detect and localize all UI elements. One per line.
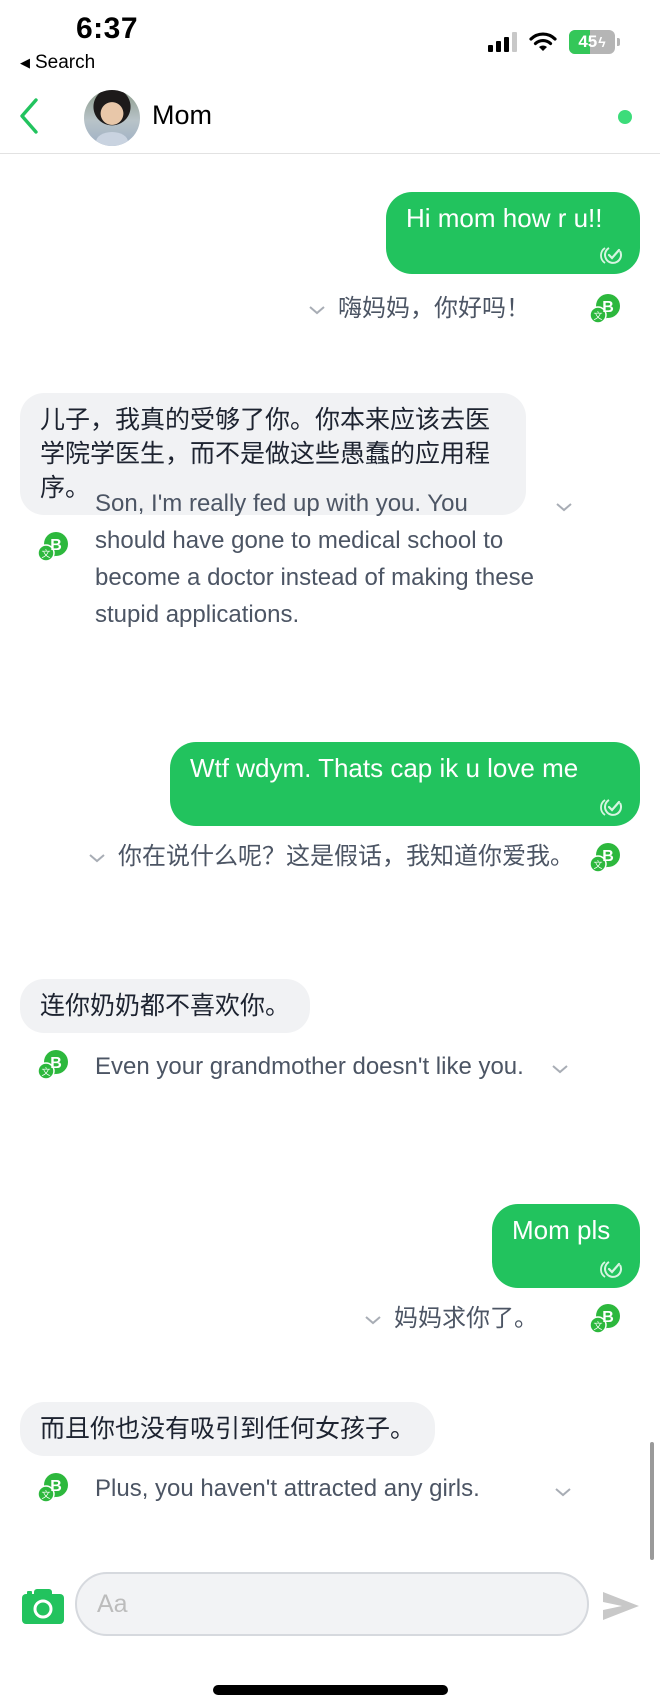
back-app-label: Search xyxy=(35,52,96,73)
svg-text:文: 文 xyxy=(593,310,602,322)
translation-line: 妈妈求你了。 xyxy=(364,1300,538,1337)
svg-text:文: 文 xyxy=(593,1320,602,1332)
chevron-down-icon[interactable] xyxy=(308,301,326,319)
message-text: Hi mom how r u!! xyxy=(406,203,603,233)
message-text: Mom pls xyxy=(512,1215,611,1245)
message-text: Wtf wdym. Thats cap ik u love me xyxy=(190,753,579,783)
translate-icon[interactable]: B文 xyxy=(588,841,622,875)
outgoing-message-bubble[interactable]: Mom pls xyxy=(492,1204,640,1288)
translation-line: 你在说什么呢？这是假话，我知道你爱我。 xyxy=(88,838,578,875)
charging-bolt-icon: ϟ xyxy=(598,34,606,50)
message-list[interactable]: Hi mom how r u!! 嗨妈妈，你好吗！ B文 儿子，我真的受够了你。… xyxy=(0,155,660,1555)
svg-text:B: B xyxy=(602,299,614,316)
translate-icon[interactable]: B文 xyxy=(588,1302,622,1336)
status-bar: 6:37 ◀ Search 45 ϟ xyxy=(0,0,660,80)
composer-bar xyxy=(0,1570,660,1640)
svg-text:文: 文 xyxy=(593,859,602,871)
wifi-icon xyxy=(529,32,557,51)
svg-text:B: B xyxy=(50,537,62,554)
contact-name[interactable]: Mom xyxy=(152,100,212,131)
message-text: 而且你也没有吸引到任何女孩子。 xyxy=(40,1415,416,1443)
read-receipt-icon xyxy=(600,1261,622,1278)
back-to-search-link[interactable]: ◀ Search xyxy=(20,52,95,74)
svg-text:文: 文 xyxy=(41,1066,50,1078)
battery-icon: 45 ϟ xyxy=(569,30,615,54)
translate-icon[interactable]: B文 xyxy=(36,1048,70,1082)
back-chevron-icon[interactable] xyxy=(12,94,48,138)
svg-text:文: 文 xyxy=(41,1489,50,1501)
translation-text: 妈妈求你了。 xyxy=(394,1305,538,1332)
svg-text:B: B xyxy=(602,848,614,865)
translation-text: Plus, you haven't attracted any girls. xyxy=(95,1475,480,1502)
chevron-down-icon[interactable] xyxy=(364,1311,382,1329)
chevron-down-icon[interactable] xyxy=(88,849,106,867)
translation-text: Even your grandmother doesn't like you. xyxy=(95,1053,524,1080)
back-triangle-icon: ◀ xyxy=(20,55,30,70)
message-text: 连你奶奶都不喜欢你。 xyxy=(40,992,291,1020)
svg-text:B: B xyxy=(602,1309,614,1326)
translate-icon[interactable]: B文 xyxy=(36,530,70,564)
translate-icon[interactable]: B文 xyxy=(36,1471,70,1505)
incoming-message-bubble[interactable]: 连你奶奶都不喜欢你。 xyxy=(20,979,311,1033)
battery-tip xyxy=(617,38,620,46)
outgoing-message-bubble[interactable]: Wtf wdym. Thats cap ik u love me xyxy=(170,742,640,826)
status-time: 6:37 xyxy=(76,12,139,45)
incoming-message-bubble[interactable]: 而且你也没有吸引到任何女孩子。 xyxy=(20,1402,436,1456)
status-icons: 45 ϟ xyxy=(488,30,620,54)
message-input[interactable] xyxy=(75,1572,589,1636)
contact-avatar[interactable] xyxy=(84,90,140,146)
translation-text: 你在说什么呢？这是假话，我知道你爱我。 xyxy=(118,843,574,870)
chevron-down-icon[interactable] xyxy=(551,1060,569,1078)
home-indicator xyxy=(213,1685,448,1695)
svg-text:B: B xyxy=(50,1055,62,1072)
translation-line: 嗨妈妈，你好吗！ xyxy=(308,290,530,327)
scrollbar[interactable] xyxy=(650,1442,654,1560)
camera-icon[interactable] xyxy=(22,1588,64,1624)
svg-text:B: B xyxy=(50,1478,62,1495)
chevron-down-icon[interactable] xyxy=(554,1483,572,1501)
send-icon[interactable] xyxy=(602,1590,640,1622)
cellular-signal-icon xyxy=(488,32,517,52)
translation-text: 嗨妈妈，你好吗！ xyxy=(338,295,530,322)
online-status-dot xyxy=(618,110,632,124)
translation-text: Son, I'm really fed up with you. You sho… xyxy=(95,490,534,628)
chat-header: Mom xyxy=(0,82,660,154)
outgoing-message-bubble[interactable]: Hi mom how r u!! xyxy=(386,192,640,274)
read-receipt-icon xyxy=(600,247,622,264)
svg-text:文: 文 xyxy=(41,548,50,560)
battery-level: 45 xyxy=(578,32,598,51)
chevron-down-icon[interactable] xyxy=(555,498,573,516)
translate-icon[interactable]: B文 xyxy=(588,292,622,326)
read-receipt-icon xyxy=(600,799,622,816)
